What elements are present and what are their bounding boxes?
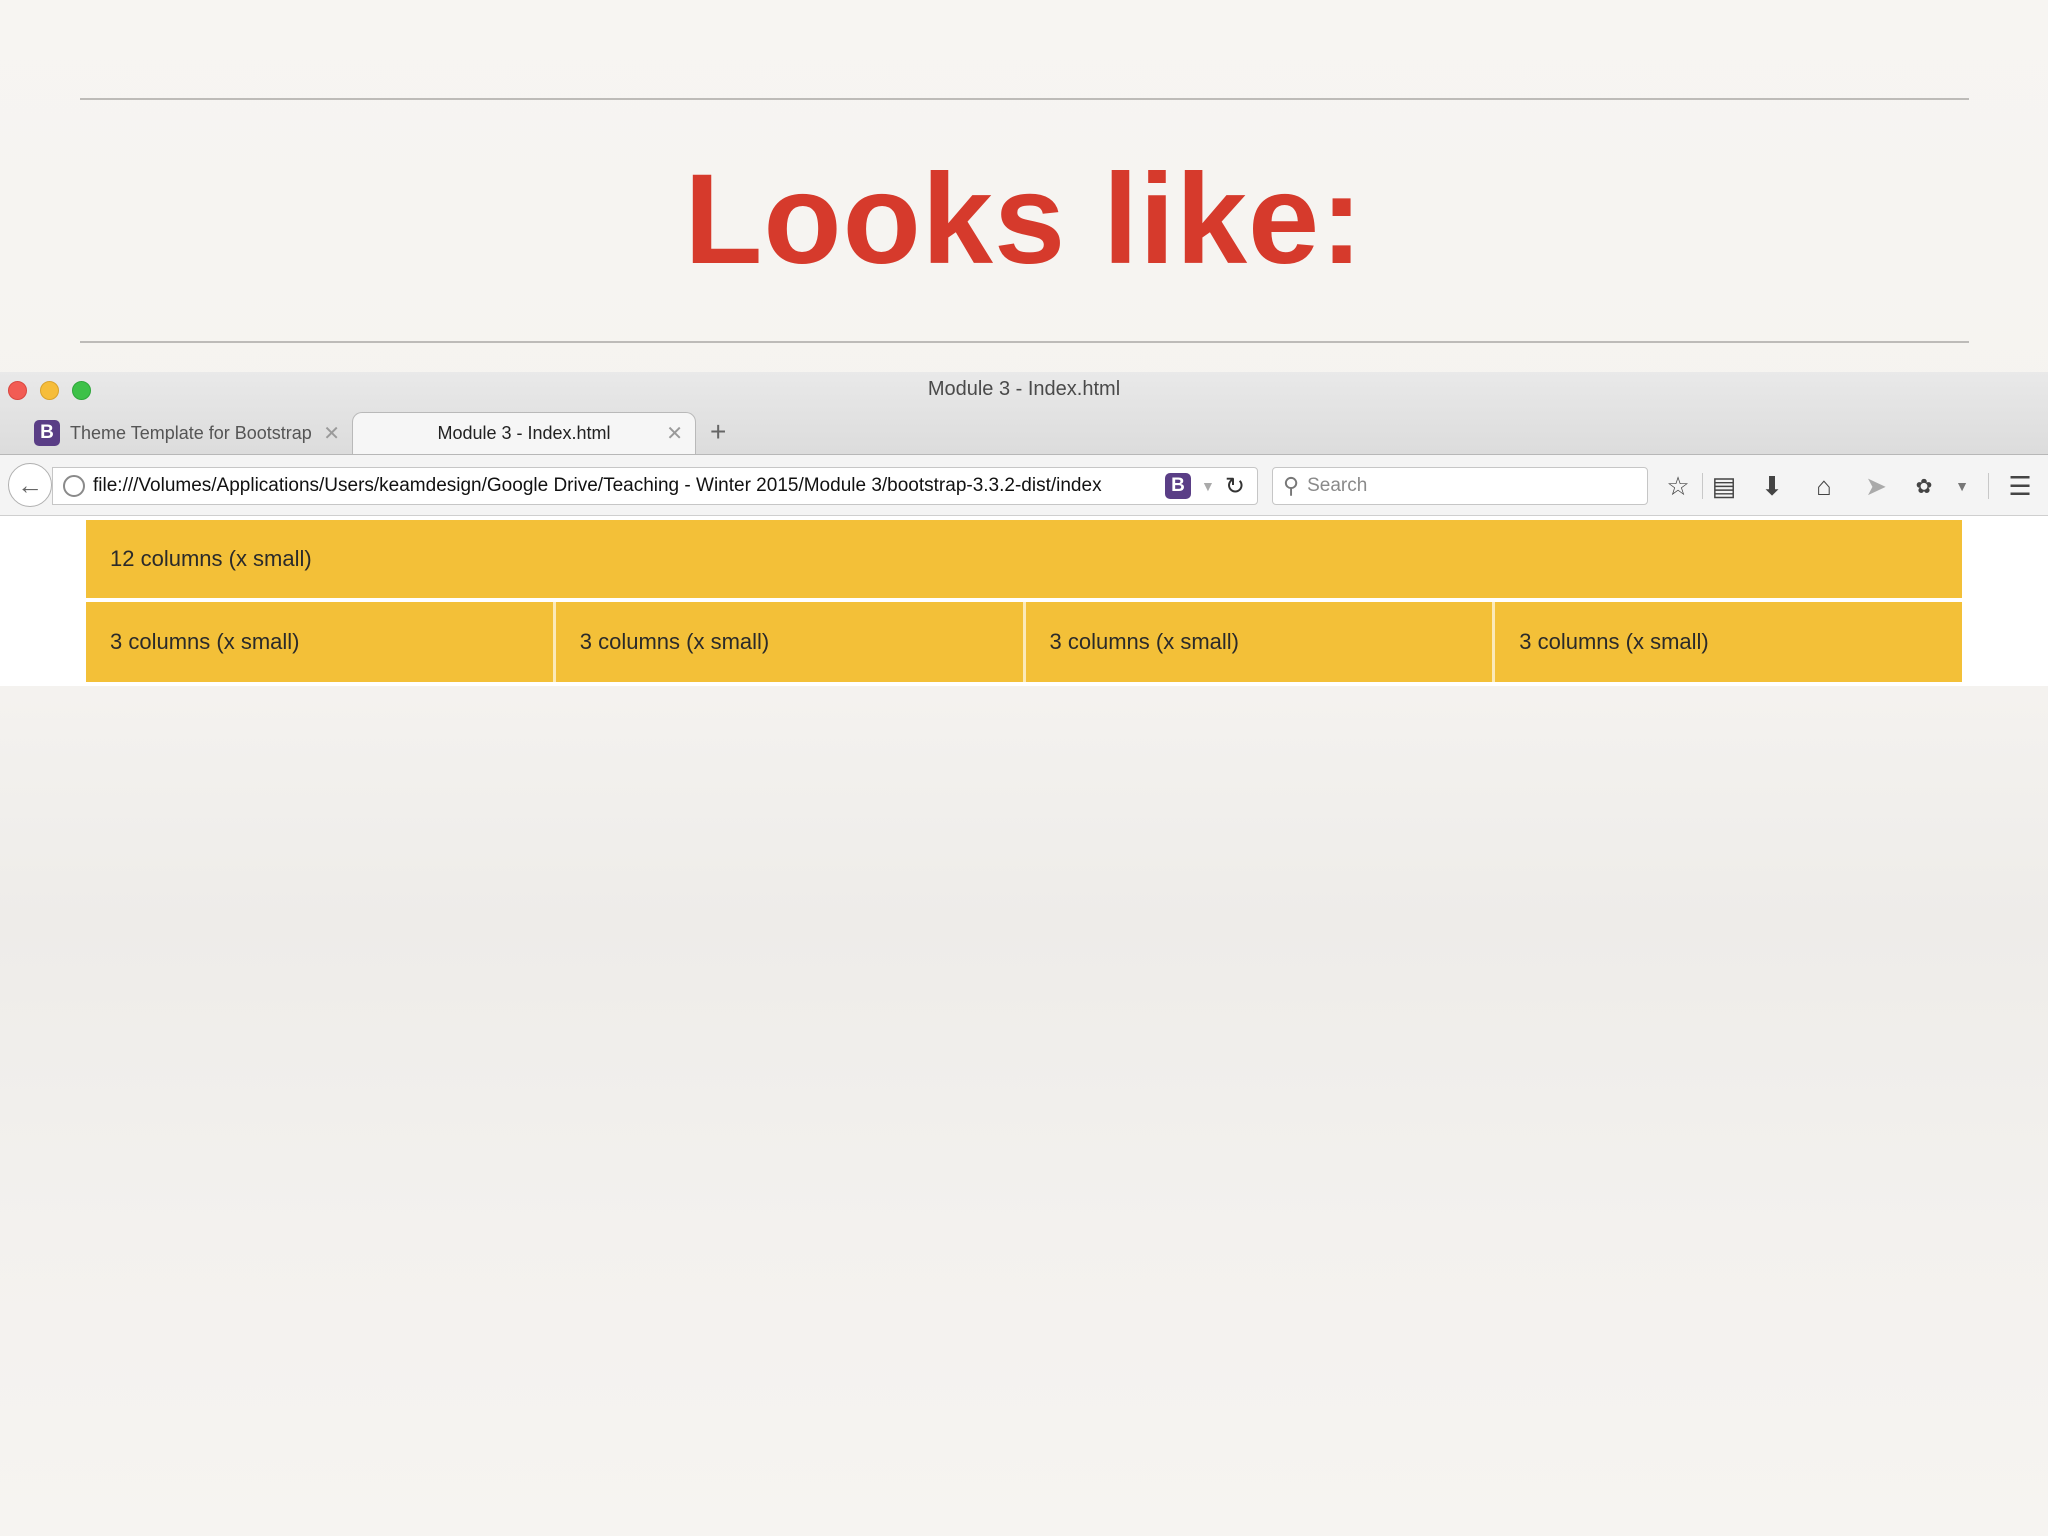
bootstrap-favicon-icon: B [1165,473,1192,499]
send-icon[interactable]: ➤ [1858,467,1894,505]
url-bar[interactable]: file:///Volumes/Applications/Users/keamd… [52,467,1258,505]
grid-cell-3-columns: 3 columns (x small) [1022,602,1493,682]
search-icon: ⚲ [1283,473,1300,498]
browser-window: Module 3 - Index.html B Theme Template f… [0,372,2048,686]
tab-theme-template[interactable]: B Theme Template for Bootstrap ✕ [20,412,350,454]
back-arrow-icon: ← [17,469,43,500]
back-button[interactable]: ← [8,463,52,507]
url-text[interactable]: file:///Volumes/Applications/Users/keamd… [93,475,1157,497]
new-tab-button[interactable]: + [710,416,726,448]
toolbar-divider [1988,473,1989,499]
navigation-toolbar: ← file:///Volumes/Applications/Users/kea… [0,454,2048,516]
grid-cell-3-columns: 3 columns (x small) [552,602,1023,682]
slide-rule-top [80,98,1969,100]
star-icon[interactable]: ☆ [1660,467,1696,505]
tab-label: Theme Template for Bootstrap [70,422,312,443]
tab-label: Module 3 - Index.html [437,423,611,443]
tab-close-icon[interactable]: ✕ [666,421,683,446]
chevron-down-icon[interactable]: ▼ [1944,467,1980,505]
search-input[interactable] [1307,475,1608,497]
slide-title: Looks like: [684,148,1364,291]
title-bar: Module 3 - Index.html B Theme Template f… [0,372,2048,454]
extension-icon[interactable]: ✿ [1906,467,1942,505]
window-title: Module 3 - Index.html [927,378,1121,400]
menu-icon[interactable]: ☰ [2002,467,2038,505]
grid-cell-3-columns: 3 columns (x small) [86,602,553,682]
reading-list-icon[interactable]: ▤ [1706,467,1742,505]
bootstrap-favicon-icon: B [34,420,60,446]
grid-row-3x4: 3 columns (x small) 3 columns (x small) … [86,602,1962,682]
tab-close-icon[interactable]: ✕ [323,421,340,446]
page-content: 12 columns (x small) 3 columns (x small)… [0,516,2048,686]
grid-cell-3-columns: 3 columns (x small) [1492,602,1962,682]
reload-icon[interactable]: ↻ [1225,472,1245,501]
toolbar-divider [1702,473,1703,499]
search-bar[interactable]: ⚲ [1272,467,1648,505]
chevron-down-icon[interactable]: ▼ [1201,478,1215,494]
grid-row-12: 12 columns (x small) [86,520,1962,598]
home-icon[interactable]: ⌂ [1806,467,1842,505]
tab-module-3-index[interactable]: Module 3 - Index.html ✕ [352,412,696,454]
slide-rule-bottom [80,341,1969,343]
grid-cell-12-columns: 12 columns (x small) [86,520,1962,598]
globe-icon [63,475,85,497]
download-icon[interactable]: ⬇ [1754,467,1790,505]
